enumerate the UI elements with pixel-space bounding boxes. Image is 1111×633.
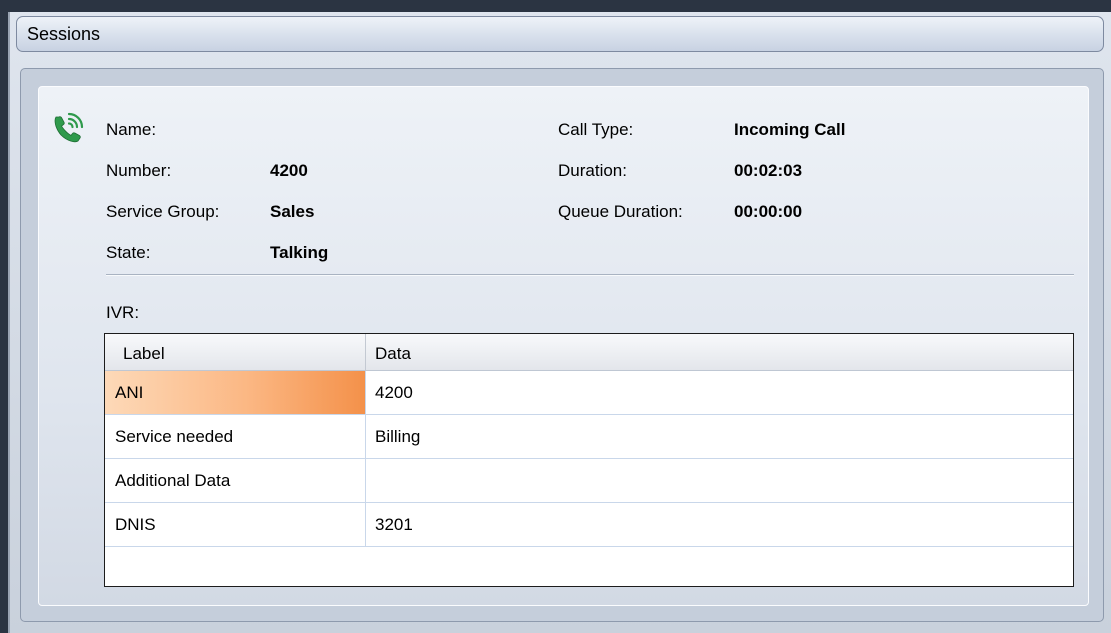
service-group-value: Sales <box>270 202 315 221</box>
number-label: Number: <box>106 161 172 180</box>
ivr-grid[interactable]: Label Data ANI 4200 Service needed Billi… <box>104 333 1074 587</box>
table-row[interactable]: Service needed Billing <box>105 415 1073 459</box>
number-value: 4200 <box>270 161 308 180</box>
window-top-edge <box>0 0 1111 12</box>
table-row[interactable]: Additional Data <box>105 459 1073 503</box>
call-type-value: Incoming Call <box>734 120 846 139</box>
state-value: Talking <box>270 243 329 262</box>
service-group-label: Service Group: <box>106 202 220 221</box>
column-header-label[interactable]: Label <box>123 344 165 364</box>
column-divider[interactable] <box>365 334 366 370</box>
window-left-edge <box>0 0 8 633</box>
sessions-header[interactable]: Sessions <box>16 16 1104 52</box>
queue-duration-value: 00:00:00 <box>734 202 803 221</box>
row-data-cell[interactable]: 3201 <box>366 503 1073 546</box>
name-label: Name: <box>106 120 157 139</box>
duration-value: 00:02:03 <box>734 161 803 180</box>
phone-ringing-icon <box>54 112 84 143</box>
table-row[interactable]: DNIS 3201 <box>105 503 1073 547</box>
row-data-cell[interactable]: 4200 <box>366 371 1073 414</box>
row-label-cell[interactable]: Service needed <box>105 415 366 458</box>
section-divider <box>106 274 1074 276</box>
duration-label: Duration: <box>558 161 627 180</box>
call-type-label: Call Type: <box>558 120 634 139</box>
row-data-cell[interactable]: Billing <box>366 415 1073 458</box>
table-row[interactable]: ANI 4200 <box>105 371 1073 415</box>
row-label-cell[interactable]: DNIS <box>105 503 366 546</box>
ivr-label: IVR: <box>106 303 140 322</box>
state-label: State: <box>106 243 151 262</box>
column-header-data[interactable]: Data <box>375 344 411 364</box>
row-data-cell[interactable] <box>366 459 1073 502</box>
sessions-title: Sessions <box>27 24 101 44</box>
ivr-grid-header: Label Data <box>105 334 1073 371</box>
row-label-cell[interactable]: ANI <box>105 371 366 414</box>
queue-duration-label: Queue Duration: <box>558 202 683 221</box>
row-label-cell[interactable]: Additional Data <box>105 459 366 502</box>
